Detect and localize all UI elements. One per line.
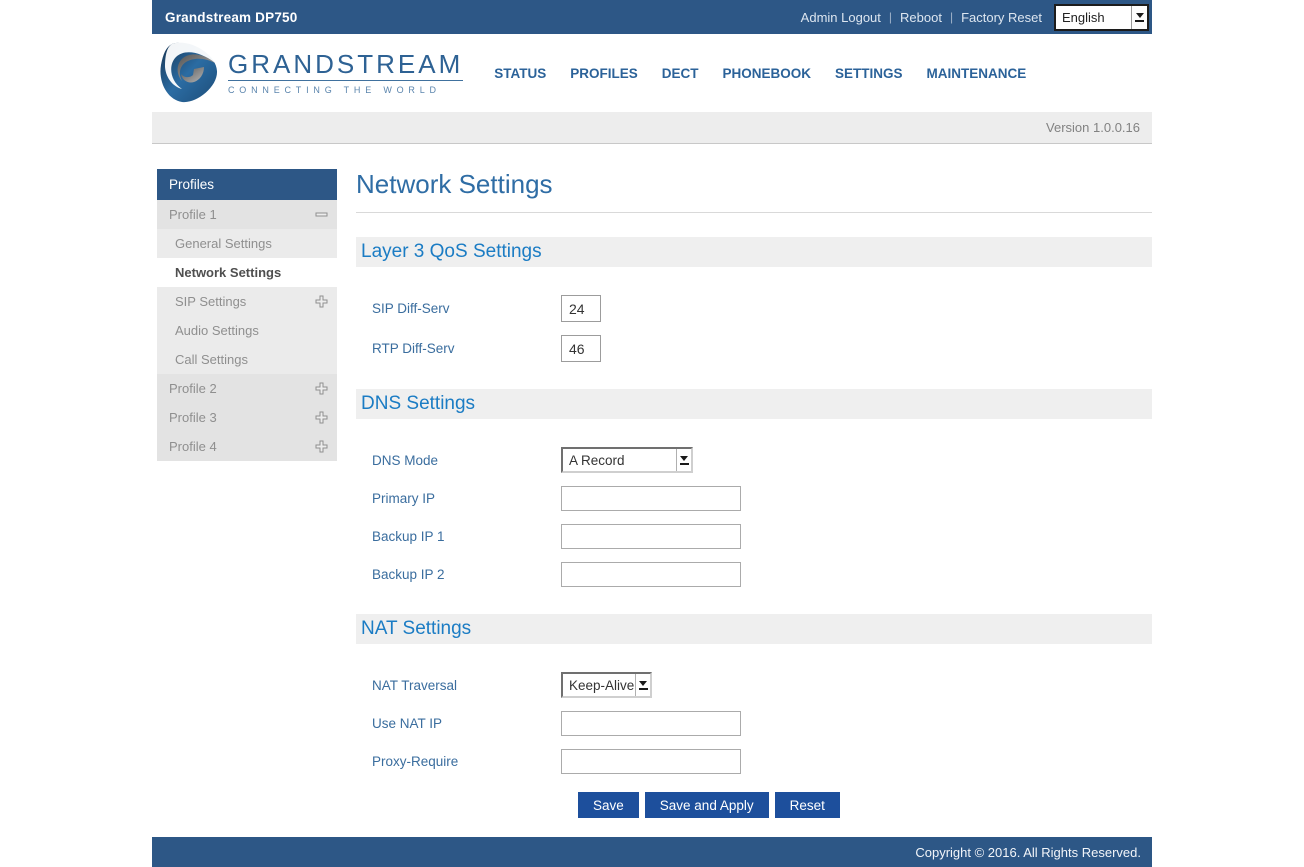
main-panel: Network Settings Layer 3 QoS Settings SI… <box>356 169 1152 818</box>
form-row-sip-diffserv: SIP Diff-Serv <box>356 295 1152 322</box>
sidebar-item-label: Profile 2 <box>169 381 217 396</box>
form-row-use-nat-ip: Use NAT IP <box>356 711 1152 736</box>
nat-traversal-selected-value: Keep-Alive <box>569 678 634 693</box>
sidebar-item-label: Profile 3 <box>169 410 217 425</box>
firmware-version: Version 1.0.0.16 <box>1046 120 1140 135</box>
sidebar-item-profile-3[interactable]: Profile 3 <box>157 403 337 432</box>
grandstream-logo[interactable]: GRANDSTREAM CONNECTING THE WORLD <box>160 41 463 105</box>
page-title: Network Settings <box>356 169 1152 199</box>
plus-icon[interactable] <box>315 440 328 453</box>
dns-mode-select[interactable]: A Record <box>561 447 693 473</box>
sidebar-item-network-settings[interactable]: Network Settings <box>157 258 337 287</box>
plus-icon[interactable] <box>315 411 328 424</box>
sidebar-item-profile-1[interactable]: Profile 1 <box>157 200 337 229</box>
button-row: Save Save and Apply Reset <box>356 792 1152 818</box>
content: Profiles Profile 1 General Settings Netw… <box>152 144 1152 818</box>
chevron-down-icon[interactable] <box>635 674 650 696</box>
sidebar-item-sip-settings[interactable]: SIP Settings <box>157 287 337 316</box>
top-bar-actions: Admin Logout | Reboot | Factory Reset En… <box>801 4 1149 31</box>
nav-profiles[interactable]: PROFILES <box>570 66 638 81</box>
grandstream-logo-icon <box>160 41 218 105</box>
field-label: Proxy-Require <box>356 754 561 769</box>
field-label: Backup IP 1 <box>356 529 561 544</box>
sidebar-item-call-settings[interactable]: Call Settings <box>157 345 337 374</box>
field-label: RTP Diff-Serv <box>356 341 561 356</box>
field-label: Backup IP 2 <box>356 567 561 582</box>
separator: | <box>950 10 953 24</box>
sidebar-item-profile-4[interactable]: Profile 4 <box>157 432 337 461</box>
use-nat-ip-input[interactable] <box>561 711 741 736</box>
form-row-nat-traversal: NAT Traversal Keep-Alive <box>356 672 1152 698</box>
version-bar: Version 1.0.0.16 <box>152 112 1152 144</box>
nav-dect[interactable]: DECT <box>662 66 699 81</box>
form-row-backup-ip-1: Backup IP 1 <box>356 524 1152 549</box>
rtp-diffserv-input[interactable] <box>561 335 601 362</box>
sidebar-item-label: Audio Settings <box>175 323 259 338</box>
header: GRANDSTREAM CONNECTING THE WORLD STATUS … <box>152 34 1152 112</box>
admin-logout-link[interactable]: Admin Logout <box>801 10 881 25</box>
language-select[interactable]: English <box>1054 4 1149 31</box>
factory-reset-link[interactable]: Factory Reset <box>961 10 1042 25</box>
logo-tagline: CONNECTING THE WORLD <box>228 85 463 95</box>
logo-wordmark: GRANDSTREAM <box>228 51 463 81</box>
backup-ip-1-input[interactable] <box>561 524 741 549</box>
nav-status[interactable]: STATUS <box>494 66 546 81</box>
sidebar-item-audio-settings[interactable]: Audio Settings <box>157 316 337 345</box>
dns-mode-selected-value: A Record <box>569 453 625 468</box>
chevron-down-icon[interactable] <box>1131 6 1147 29</box>
section-header-nat: NAT Settings <box>356 614 1152 644</box>
sidebar-header-profiles: Profiles <box>157 169 337 200</box>
main-nav: STATUS PROFILES DECT PHONEBOOK SETTINGS … <box>494 66 1050 81</box>
reboot-link[interactable]: Reboot <box>900 10 942 25</box>
title-divider <box>356 212 1152 213</box>
primary-ip-input[interactable] <box>561 486 741 511</box>
plus-icon[interactable] <box>315 382 328 395</box>
backup-ip-2-input[interactable] <box>561 562 741 587</box>
minus-icon[interactable] <box>315 208 328 221</box>
separator: | <box>889 10 892 24</box>
form-row-proxy-require: Proxy-Require <box>356 749 1152 774</box>
nat-traversal-select[interactable]: Keep-Alive <box>561 672 652 698</box>
device-title: Grandstream DP750 <box>165 10 297 25</box>
form-row-rtp-diffserv: RTP Diff-Serv <box>356 335 1152 362</box>
form-row-backup-ip-2: Backup IP 2 <box>356 562 1152 587</box>
field-label: NAT Traversal <box>356 678 561 693</box>
section-header-dns: DNS Settings <box>356 389 1152 419</box>
copyright-text: Copyright © 2016. All Rights Reserved. <box>915 845 1141 860</box>
reset-button[interactable]: Reset <box>775 792 840 818</box>
nav-phonebook[interactable]: PHONEBOOK <box>723 66 812 81</box>
nav-maintenance[interactable]: MAINTENANCE <box>927 66 1027 81</box>
sip-diffserv-input[interactable] <box>561 295 601 322</box>
logo-text: GRANDSTREAM CONNECTING THE WORLD <box>228 51 463 95</box>
form-row-primary-ip: Primary IP <box>356 486 1152 511</box>
save-and-apply-button[interactable]: Save and Apply <box>645 792 769 818</box>
field-label: Use NAT IP <box>356 716 561 731</box>
section-header-layer3-qos: Layer 3 QoS Settings <box>356 237 1152 267</box>
nav-settings[interactable]: SETTINGS <box>835 66 903 81</box>
proxy-require-input[interactable] <box>561 749 741 774</box>
sidebar-item-profile-2[interactable]: Profile 2 <box>157 374 337 403</box>
sidebar-item-label: Profile 4 <box>169 439 217 454</box>
top-bar: Grandstream DP750 Admin Logout | Reboot … <box>152 0 1152 34</box>
field-label: SIP Diff-Serv <box>356 301 561 316</box>
page-container: Grandstream DP750 Admin Logout | Reboot … <box>152 0 1152 867</box>
form-row-dns-mode: DNS Mode A Record <box>356 447 1152 473</box>
footer: Copyright © 2016. All Rights Reserved. <box>152 837 1152 867</box>
sidebar-item-label: SIP Settings <box>175 294 246 309</box>
sidebar: Profiles Profile 1 General Settings Netw… <box>157 169 337 818</box>
field-label: Primary IP <box>356 491 561 506</box>
sidebar-item-label: Network Settings <box>175 265 281 280</box>
chevron-down-icon[interactable] <box>676 449 691 471</box>
plus-icon[interactable] <box>315 295 328 308</box>
sidebar-item-general-settings[interactable]: General Settings <box>157 229 337 258</box>
language-selected-value: English <box>1062 10 1105 25</box>
save-button[interactable]: Save <box>578 792 639 818</box>
sidebar-item-label: General Settings <box>175 236 272 251</box>
sidebar-item-label: Call Settings <box>175 352 248 367</box>
sidebar-item-label: Profile 1 <box>169 207 217 222</box>
field-label: DNS Mode <box>356 453 561 468</box>
